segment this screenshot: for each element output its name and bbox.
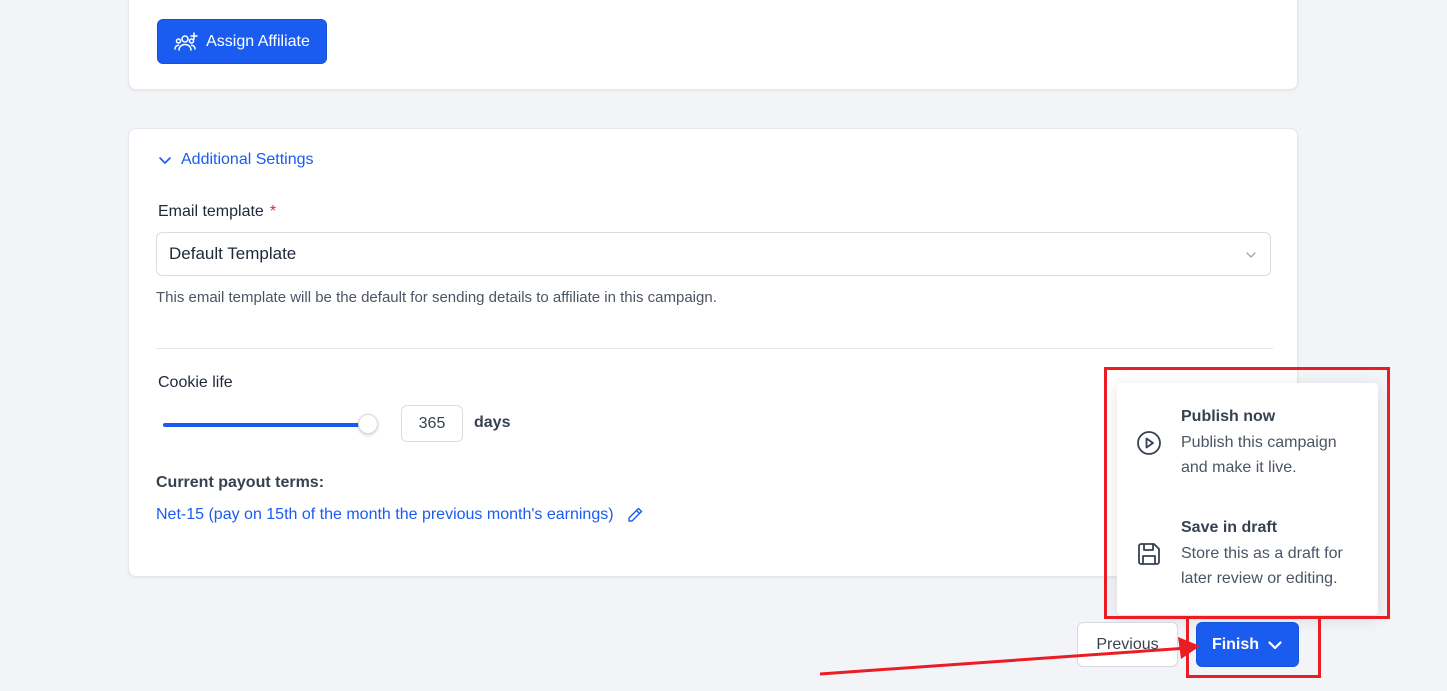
menu-item-save-in-draft[interactable]: Save in draft Store this as a draft for … (1117, 519, 1378, 619)
email-template-help: This email template will be the default … (156, 289, 717, 306)
assign-affiliate-label: Assign Affiliate (206, 32, 310, 50)
affiliates-card: Assign Affiliate (128, 0, 1298, 90)
cookie-life-slider-track[interactable] (163, 423, 369, 427)
payout-terms-link[interactable]: Net-15 (pay on 15th of the month the pre… (156, 506, 644, 524)
email-template-select[interactable]: Default Template (156, 232, 1271, 276)
cookie-life-label: Cookie life (158, 374, 233, 391)
chevron-down-icon (1246, 252, 1256, 258)
finish-button[interactable]: Finish (1196, 622, 1299, 667)
finish-label: Finish (1211, 635, 1260, 653)
additional-settings-title: Additional Settings (181, 151, 314, 168)
payout-terms-label: Current payout terms: (156, 474, 325, 491)
assign-affiliate-button[interactable]: Assign Affiliate (157, 19, 327, 64)
users-plus-icon (174, 31, 198, 51)
cookie-life-input[interactable]: 365 (401, 405, 463, 442)
email-template-label-text: Email template (158, 203, 264, 220)
pencil-icon[interactable] (626, 506, 644, 524)
finish-dropdown-menu: Publish now Publish this campaign and ma… (1117, 383, 1378, 615)
cookie-life-slider-thumb[interactable] (358, 414, 378, 434)
email-template-label: Email template * (158, 203, 276, 221)
email-template-value: Default Template (169, 244, 297, 263)
chevron-down-icon (159, 157, 171, 164)
menu-item-publish-now[interactable]: Publish now Publish this campaign and ma… (1117, 408, 1378, 508)
menu-item-description: Publish this campaign and make it live. (1181, 434, 1337, 476)
chevron-down-icon (1268, 640, 1282, 649)
payout-terms-value: Net-15 (pay on 15th of the month the pre… (156, 506, 614, 523)
additional-settings-toggle[interactable]: Additional Settings (157, 151, 314, 169)
menu-item-description: Store this as a draft for later review o… (1181, 545, 1343, 587)
divider (156, 348, 1273, 349)
menu-item-title: Publish now (1181, 408, 1276, 425)
play-circle-icon (1137, 431, 1161, 455)
required-marker: * (269, 203, 277, 220)
cookie-life-unit: days (474, 414, 511, 431)
menu-item-title: Save in draft (1181, 519, 1278, 536)
previous-button[interactable]: Previous (1077, 622, 1178, 667)
save-icon (1138, 543, 1160, 565)
